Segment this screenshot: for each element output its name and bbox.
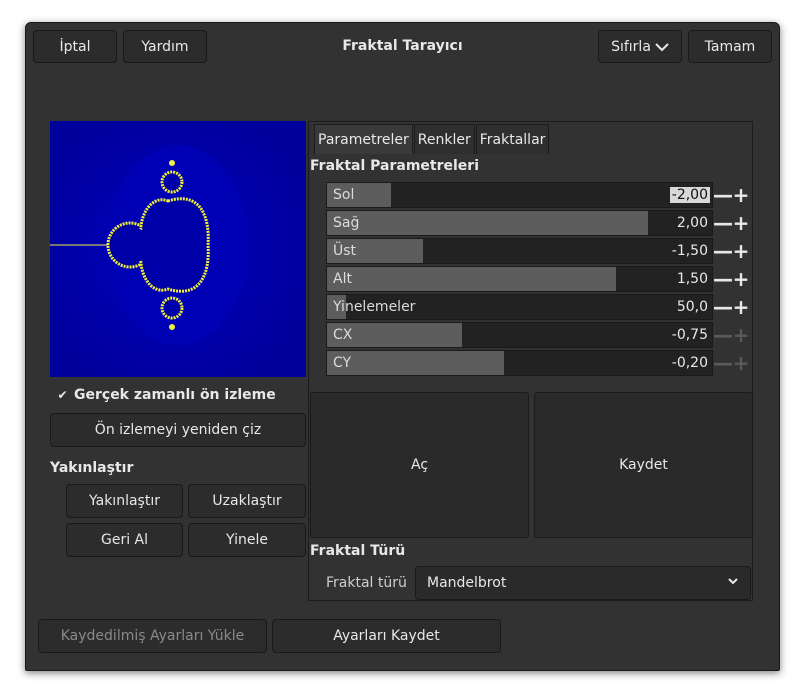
chevron-down-icon	[728, 578, 738, 585]
param-value[interactable]: 1,50	[675, 271, 710, 287]
minus-icon[interactable]: —	[713, 238, 733, 264]
save-button[interactable]: Kaydet	[534, 392, 753, 538]
tab-colors[interactable]: Renkler	[413, 124, 475, 154]
open-label: Aç	[410, 457, 429, 473]
save-settings-label: Ayarları Kaydet	[333, 628, 440, 644]
param-value[interactable]: -1,50	[670, 243, 710, 259]
plus-icon[interactable]: +	[732, 238, 750, 264]
redo-label: Yinele	[226, 532, 268, 548]
ok-label: Tamam	[704, 38, 756, 55]
zoom-heading: Yakınlaştır	[50, 460, 134, 476]
fractal-type-heading: Fraktal Türü	[310, 543, 406, 559]
plus-icon[interactable]: +	[732, 294, 750, 320]
zoom-in-button[interactable]: Yakınlaştır	[66, 484, 183, 518]
tab-parameters[interactable]: Parametreler	[314, 124, 413, 154]
param-row: CY -0,20— +	[326, 350, 751, 376]
undo-label: Geri Al	[100, 532, 149, 548]
param-value[interactable]: -0,75	[670, 327, 710, 343]
minus-icon[interactable]: —	[713, 182, 733, 208]
param-slider[interactable]: Alt 1,50	[326, 266, 713, 292]
plus-icon[interactable]: +	[732, 322, 750, 348]
param-label: Sağ	[333, 215, 360, 231]
plus-icon[interactable]: +	[732, 266, 750, 292]
param-slider[interactable]: CY -0,20	[326, 350, 713, 376]
tab-colors-label: Renkler	[417, 131, 471, 148]
minus-icon[interactable]: —	[713, 266, 733, 292]
param-row: CX -0,75— +	[326, 322, 751, 348]
param-label: Alt	[333, 271, 352, 287]
minus-icon[interactable]: —	[713, 210, 733, 236]
redo-button[interactable]: Yinele	[188, 523, 306, 557]
plus-icon[interactable]: +	[732, 210, 750, 236]
ok-button[interactable]: Tamam	[688, 30, 772, 63]
chevron-down-icon	[655, 42, 669, 51]
zoom-out-button[interactable]: Uzaklaştır	[188, 484, 306, 518]
fractal-type-label: Fraktal türü	[326, 575, 407, 591]
zoom-in-label: Yakınlaştır	[89, 493, 160, 509]
param-value[interactable]: -2,00	[669, 187, 710, 203]
load-saved-settings-label: Kaydedilmiş Ayarları Yükle	[60, 628, 245, 644]
plus-icon[interactable]: +	[732, 350, 750, 376]
param-label: CX	[333, 327, 353, 343]
realtime-preview-label: Gerçek zamanlı ön izleme	[74, 387, 276, 403]
reset-label: Sıfırla	[611, 38, 651, 55]
fractal-type-select[interactable]: Mandelbrot	[415, 566, 751, 600]
param-slider[interactable]: Sol -2,00	[326, 182, 713, 208]
redraw-preview-button[interactable]: Ön izlemeyi yeniden çiz	[50, 413, 306, 447]
param-slider[interactable]: CX -0,75	[326, 322, 713, 348]
fractal-parameters-heading: Fraktal Parametreleri	[310, 158, 479, 174]
slider-fill	[327, 351, 505, 375]
zoom-out-label: Uzaklaştır	[212, 493, 282, 509]
tab-bar: Parametreler Renkler Fraktallar	[314, 124, 550, 154]
param-slider[interactable]: Sağ 2,00	[326, 210, 713, 236]
param-value[interactable]: 2,00	[675, 215, 710, 231]
param-row: Üst -1,50— +	[326, 238, 751, 264]
param-value[interactable]: -0,20	[670, 355, 710, 371]
param-row: Sağ 2,00— +	[326, 210, 751, 236]
param-row: Yinelemeler 50,0— +	[326, 294, 751, 320]
reset-button[interactable]: Sıfırla	[598, 30, 682, 63]
tab-fractals[interactable]: Fraktallar	[475, 124, 550, 154]
plus-icon[interactable]: +	[732, 182, 750, 208]
param-label: Üst	[333, 243, 357, 259]
param-row: Sol -2,00— +	[326, 182, 751, 208]
undo-button[interactable]: Geri Al	[66, 523, 183, 557]
param-slider[interactable]: Üst -1,50	[326, 238, 713, 264]
slider-fill	[327, 267, 616, 291]
redraw-preview-label: Ön izlemeyi yeniden çiz	[94, 422, 262, 438]
realtime-preview-checkbox[interactable]: ✔ Gerçek zamanlı ön izleme	[56, 387, 276, 403]
checkmark-icon: ✔	[57, 388, 68, 402]
param-label: Sol	[333, 187, 355, 203]
param-label: CY	[333, 355, 352, 371]
fractal-preview[interactable]	[50, 121, 306, 377]
minus-icon[interactable]: —	[713, 350, 733, 376]
load-saved-settings-button[interactable]: Kaydedilmiş Ayarları Yükle	[38, 619, 267, 653]
tab-parameters-label: Parametreler	[318, 131, 409, 148]
save-settings-button[interactable]: Ayarları Kaydet	[272, 619, 501, 653]
minus-icon[interactable]: —	[713, 294, 733, 320]
tab-fractals-label: Fraktallar	[479, 131, 546, 148]
fractal-type-value: Mandelbrot	[427, 575, 507, 591]
param-value[interactable]: 50,0	[675, 299, 710, 315]
slider-fill	[327, 211, 649, 235]
minus-icon[interactable]: —	[713, 322, 733, 348]
param-slider[interactable]: Yinelemeler 50,0	[326, 294, 713, 320]
param-label: Yinelemeler	[333, 299, 416, 315]
dialog-window: İptal Yardım Fraktal Tarayıcı Sıfırla Ta…	[25, 22, 780, 671]
open-button[interactable]: Aç	[310, 392, 529, 538]
save-label: Kaydet	[619, 457, 668, 473]
param-row: Alt 1,50— +	[326, 266, 751, 292]
